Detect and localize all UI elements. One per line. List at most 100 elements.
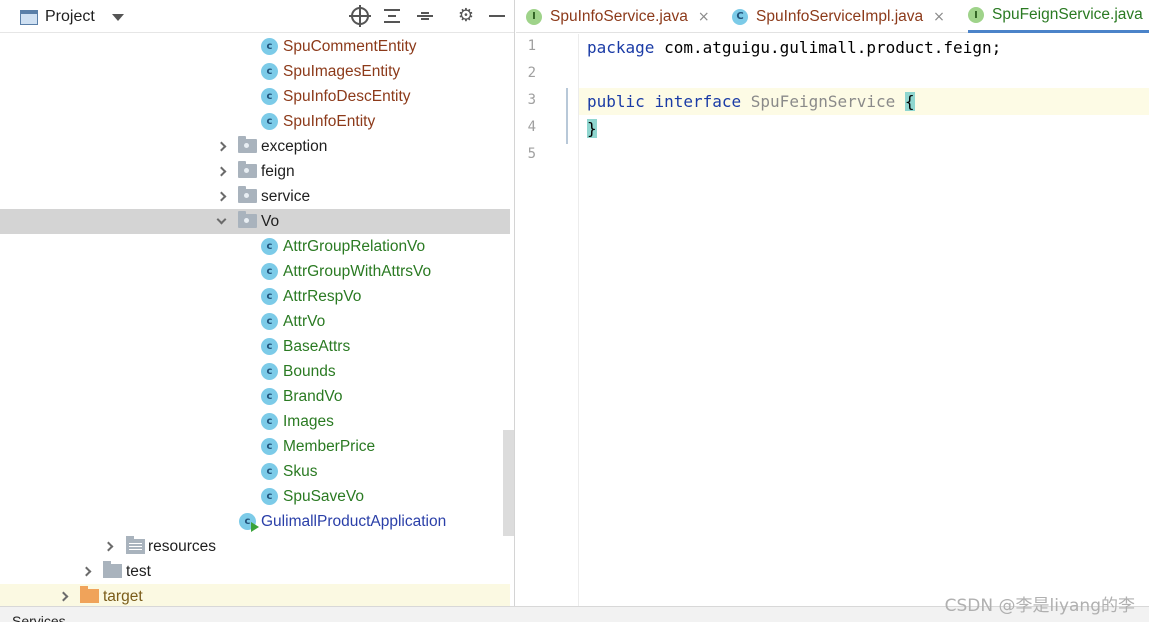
- project-view-selector[interactable]: Project: [20, 7, 124, 27]
- package-name: com.atguigu.gulimall.product.feign;: [654, 38, 1002, 57]
- class-icon: C: [732, 8, 748, 25]
- tree-item-class[interactable]: c Images: [0, 409, 510, 434]
- tree-item-package-exception[interactable]: exception: [0, 134, 510, 159]
- chevron-down-icon[interactable]: [215, 214, 227, 228]
- chevron-right-icon[interactable]: [215, 191, 227, 203]
- tree-item-label: BaseAttrs: [283, 337, 351, 355]
- tab-spufeignservice[interactable]: I SpuFeignService.java: [968, 0, 1149, 33]
- tree-item-label: resources: [148, 537, 217, 555]
- open-brace: {: [904, 92, 915, 111]
- chevron-right-icon[interactable]: [215, 166, 227, 178]
- tree-item-package-feign[interactable]: feign: [0, 159, 510, 184]
- interface-name: SpuFeignService: [750, 92, 896, 111]
- tree-item-label: AttrGroupRelationVo: [283, 237, 426, 255]
- class-icon: c: [261, 488, 278, 505]
- tree-item-application[interactable]: c GulimallProductApplication: [0, 509, 510, 534]
- tree-item-test[interactable]: test: [0, 559, 510, 584]
- keyword-interface: interface: [654, 92, 742, 111]
- chevron-right-icon[interactable]: [57, 591, 69, 603]
- chevron-right-icon[interactable]: [215, 141, 227, 153]
- tree-item-label: SpuInfoDescEntity: [283, 87, 411, 105]
- class-icon: c: [261, 338, 278, 355]
- package-icon: [238, 161, 257, 180]
- tree-item-label: AttrGroupWithAttrsVo: [283, 262, 432, 280]
- tab-label: SpuInfoServiceImpl.java: [756, 7, 924, 25]
- class-icon: c: [261, 88, 278, 105]
- tree-item-label: test: [126, 562, 151, 580]
- project-window-icon: [20, 9, 38, 25]
- class-icon: c: [261, 263, 278, 280]
- tree-item-class[interactable]: c AttrGroupWithAttrsVo: [0, 259, 510, 284]
- code-line-4: }: [579, 115, 1149, 142]
- tree-item-target[interactable]: target: [0, 584, 510, 606]
- class-icon: c: [261, 38, 278, 55]
- tree-item-class[interactable]: c BrandVo: [0, 384, 510, 409]
- tree-item-class[interactable]: c AttrRespVo: [0, 284, 510, 309]
- tree-item-label: SpuSaveVo: [283, 487, 365, 505]
- tree-item-class[interactable]: c Skus: [0, 459, 510, 484]
- line-number-gutter[interactable]: 1 2 3 4 5: [516, 34, 579, 606]
- tab-spuinfoserviceimpl[interactable]: C SpuInfoServiceImpl.java ×: [732, 0, 945, 33]
- close-icon[interactable]: ×: [933, 9, 945, 25]
- tree-item-class[interactable]: c SpuInfoEntity: [0, 109, 510, 134]
- class-icon: c: [261, 438, 278, 455]
- interface-icon: I: [526, 8, 542, 25]
- tree-item-label: feign: [261, 162, 295, 180]
- line-number: 1: [527, 38, 536, 54]
- expand-all-icon[interactable]: [382, 6, 402, 26]
- package-icon: [238, 211, 257, 230]
- keyword-public: public: [587, 92, 645, 111]
- code-fold-marker[interactable]: [566, 88, 568, 144]
- services-tool-label[interactable]: Services: [12, 613, 66, 622]
- tree-item-label: exception: [261, 137, 328, 155]
- tree-item-label: SpuInfoEntity: [283, 112, 376, 130]
- code-line-1: package com.atguigu.gulimall.product.fei…: [579, 34, 1149, 61]
- excluded-folder-icon: [80, 586, 99, 605]
- close-icon[interactable]: ×: [698, 9, 710, 25]
- locate-icon[interactable]: [349, 5, 371, 27]
- tree-item-class[interactable]: c AttrGroupRelationVo: [0, 234, 510, 259]
- package-icon: [238, 186, 257, 205]
- chevron-right-icon[interactable]: [80, 566, 92, 578]
- class-icon: c: [261, 463, 278, 480]
- gear-icon[interactable]: ⚙: [456, 6, 476, 26]
- tree-item-class[interactable]: c Bounds: [0, 359, 510, 384]
- tree-item-label: SpuImagesEntity: [283, 62, 401, 80]
- tree-item-label: service: [261, 187, 311, 205]
- keyword-package: package: [587, 38, 655, 57]
- collapse-all-icon[interactable]: [415, 6, 435, 26]
- code-editor[interactable]: package com.atguigu.gulimall.product.fei…: [579, 34, 1149, 606]
- tree-scrollbar-thumb[interactable]: [503, 430, 514, 536]
- tree-item-class[interactable]: c BaseAttrs: [0, 334, 510, 359]
- hide-icon[interactable]: [487, 6, 507, 26]
- tab-spuinfoservice[interactable]: I SpuInfoService.java ×: [526, 0, 710, 33]
- tree-item-label: Images: [283, 412, 334, 430]
- class-icon: c: [261, 363, 278, 380]
- chevron-down-icon[interactable]: [111, 13, 124, 21]
- tree-item-label: AttrRespVo: [283, 287, 362, 305]
- tree-item-label: BrandVo: [283, 387, 343, 405]
- tree-item-class[interactable]: c SpuCommentEntity: [0, 34, 510, 59]
- tree-item-class[interactable]: c SpuSaveVo: [0, 484, 510, 509]
- line-number: 4: [527, 119, 536, 135]
- tree-item-package-service[interactable]: service: [0, 184, 510, 209]
- project-title: Project: [45, 8, 95, 25]
- interface-icon: I: [968, 7, 984, 23]
- tab-label: SpuInfoService.java: [550, 7, 688, 25]
- line-number: 3: [527, 92, 536, 108]
- tree-item-label: GulimallProductApplication: [261, 512, 447, 530]
- package-icon: [238, 136, 257, 155]
- class-icon: c: [261, 388, 278, 405]
- tree-item-class[interactable]: c SpuInfoDescEntity: [0, 84, 510, 109]
- tree-item-label: target: [103, 587, 143, 605]
- tree-item-class[interactable]: c MemberPrice: [0, 434, 510, 459]
- tree-item-resources[interactable]: resources: [0, 534, 510, 559]
- editor-tab-bar: I SpuInfoService.java × C SpuInfoService…: [516, 0, 1149, 33]
- line-number: 5: [527, 146, 536, 162]
- class-icon: c: [261, 413, 278, 430]
- tree-item-class[interactable]: c SpuImagesEntity: [0, 59, 510, 84]
- tree-item-package-vo[interactable]: Vo: [0, 209, 510, 234]
- chevron-right-icon[interactable]: [102, 541, 114, 553]
- class-icon: c: [261, 238, 278, 255]
- tree-item-class[interactable]: c AttrVo: [0, 309, 510, 334]
